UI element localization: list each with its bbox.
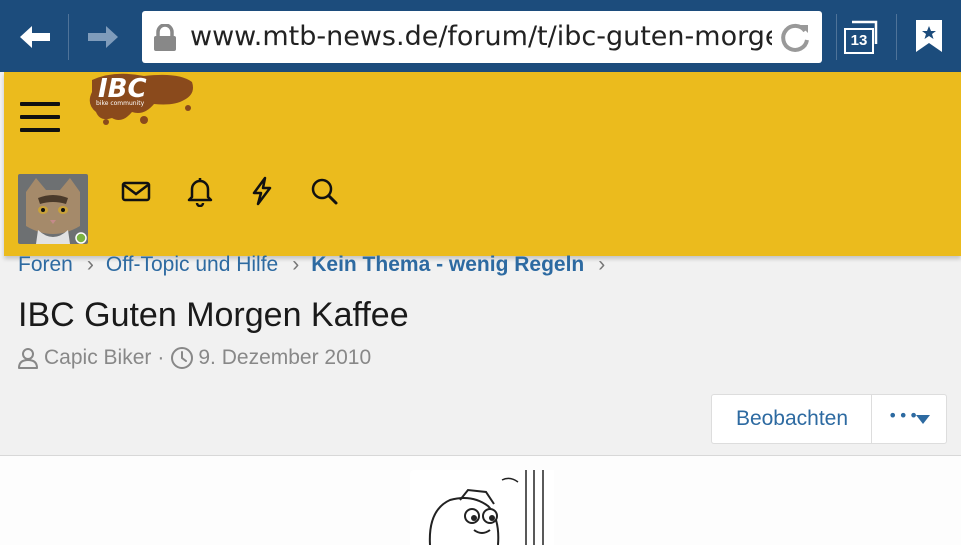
meta-separator: · (157, 346, 165, 369)
thread-author[interactable]: Capic Biker (44, 346, 151, 370)
address-bar[interactable]: www.mtb-news.de/forum/t/ibc-guten-morgen… (142, 11, 822, 63)
ellipsis-icon: ••• (888, 406, 920, 425)
toolbar-divider (68, 14, 69, 60)
breadcrumb-item-kein-thema[interactable]: Kein Thema - wenig Regeln (311, 253, 584, 276)
clock-icon (171, 347, 194, 369)
toolbar-divider (836, 14, 837, 60)
chevron-down-icon (916, 415, 930, 424)
avatar[interactable] (18, 174, 88, 244)
tabs-icon[interactable]: 13 (840, 18, 880, 54)
back-arrow-icon[interactable] (16, 22, 54, 52)
forward-arrow-icon[interactable] (84, 22, 122, 52)
bell-icon[interactable] (184, 175, 216, 208)
watch-button[interactable]: Beobachten (711, 394, 872, 444)
lightning-icon[interactable] (246, 175, 278, 207)
site-header: IBC bike community (4, 72, 961, 256)
site-logo[interactable]: IBC bike community (84, 72, 199, 130)
browser-toolbar: www.mtb-news.de/forum/t/ibc-guten-morgen… (0, 0, 961, 72)
page-title: IBC Guten Morgen Kaffee (18, 296, 409, 334)
post-image[interactable] (410, 470, 554, 545)
breadcrumb-item-foren[interactable]: Foren (18, 253, 73, 276)
chevron-right-icon: › (86, 253, 94, 276)
user-icon (18, 348, 38, 369)
breadcrumb: Foren › Off-Topic und Hilfe › Kein Thema - w… (18, 253, 617, 277)
lock-icon (152, 23, 178, 56)
more-options-button[interactable]: ••• (871, 394, 947, 444)
tab-count: 13 (844, 28, 874, 54)
toolbar-divider (896, 14, 897, 60)
chevron-right-icon: › (292, 253, 300, 276)
bookmark-icon[interactable] (914, 18, 944, 58)
reload-icon[interactable] (778, 21, 812, 59)
thread-meta: Capic Biker · 9. Dezember 2010 (16, 346, 371, 370)
url-text: www.mtb-news.de/forum/t/ibc-guten-morgen… (190, 21, 772, 52)
search-icon[interactable] (308, 175, 340, 207)
breadcrumb-item-off-topic[interactable]: Off-Topic und Hilfe (106, 253, 278, 276)
logo-tagline: bike community (96, 100, 145, 107)
hamburger-menu-icon[interactable] (20, 102, 60, 132)
mail-icon[interactable] (120, 175, 152, 207)
thread-date[interactable]: 9. Dezember 2010 (198, 346, 371, 370)
chevron-right-icon: › (598, 253, 606, 276)
